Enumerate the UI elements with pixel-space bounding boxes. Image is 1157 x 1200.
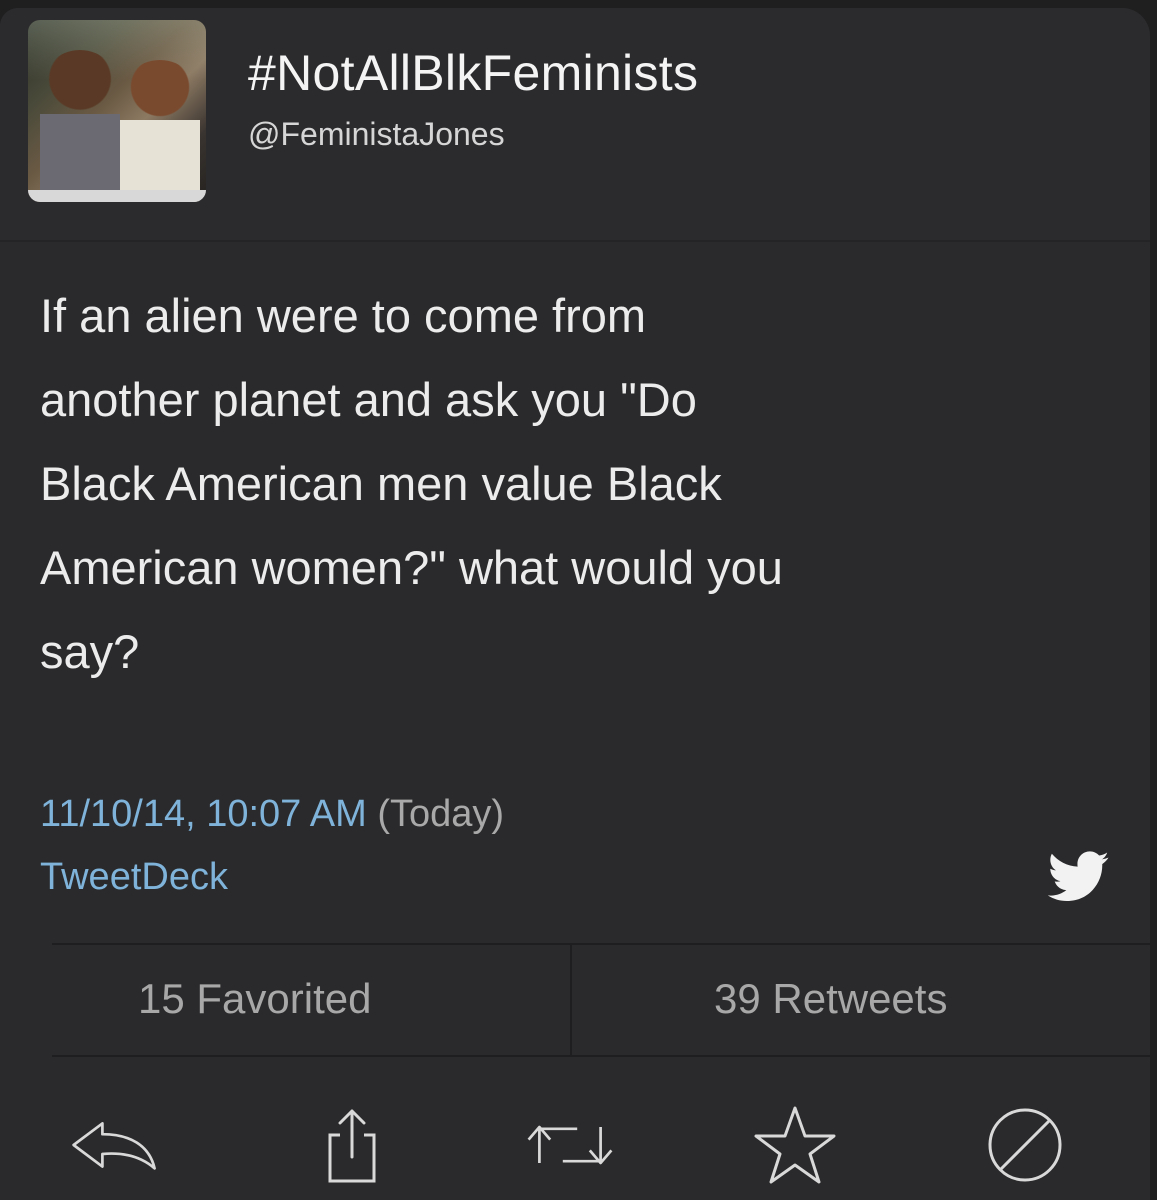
share-button[interactable]: [305, 1100, 395, 1190]
screen: #NotAllBlkFeminists @FeministaJones If a…: [0, 0, 1157, 1200]
tweet-header: #NotAllBlkFeminists @FeministaJones: [0, 8, 1150, 240]
share-icon: [328, 1109, 376, 1183]
tweet-stats: 15 Favorited 39 Retweets: [52, 943, 1150, 1057]
block-button[interactable]: [980, 1100, 1070, 1190]
reply-icon: [72, 1122, 156, 1170]
star-icon: [754, 1106, 836, 1184]
display-name[interactable]: #NotAllBlkFeminists: [248, 44, 698, 102]
retweet-icon: [527, 1125, 613, 1165]
retweets-count[interactable]: 39 Retweets: [714, 975, 947, 1023]
twitter-bird-icon: [1047, 851, 1110, 903]
tweet-timestamp: 11/10/14, 10:07 AM: [40, 793, 367, 835]
tweet-timestamp-line: 11/10/14, 10:07 AM (Today): [40, 793, 504, 836]
reply-button[interactable]: [70, 1100, 160, 1190]
action-bar: [0, 1088, 1150, 1198]
tweet-text: If an alien were to come from another pl…: [40, 289, 783, 678]
favorited-count[interactable]: 15 Favorited: [138, 975, 371, 1023]
favorite-button[interactable]: [750, 1100, 840, 1190]
avatar-person-left: [40, 50, 120, 202]
tweet-relative-time: (Today): [377, 793, 505, 835]
avatar-person-right: [120, 60, 200, 202]
tweet-source[interactable]: TweetDeck: [40, 856, 228, 899]
retweet-button[interactable]: [525, 1100, 615, 1190]
avatar[interactable]: [28, 20, 206, 202]
stats-divider: [570, 945, 572, 1055]
user-handle[interactable]: @FeministaJones: [248, 116, 505, 153]
avatar-border: [28, 190, 206, 202]
tweet-detail-card: #NotAllBlkFeminists @FeministaJones If a…: [0, 8, 1150, 1200]
header-divider: [0, 240, 1150, 242]
block-icon: [988, 1108, 1062, 1182]
